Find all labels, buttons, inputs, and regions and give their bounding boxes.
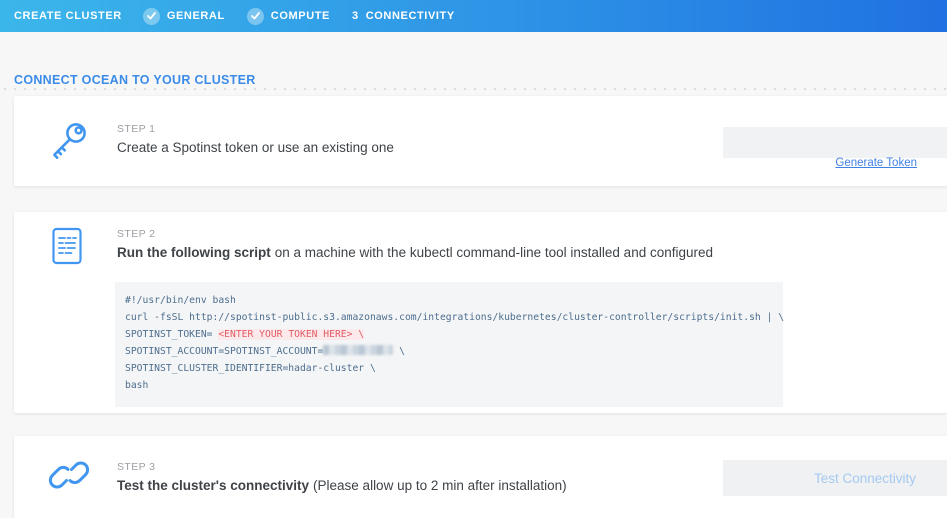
redacted-account-blur: [323, 345, 393, 355]
wizard-title: CREATE CLUSTER: [14, 10, 122, 22]
step3-title-bold: Test the cluster's connectivity: [117, 478, 309, 493]
step3-title-rest: (Please allow up to 2 min after installa…: [313, 478, 567, 493]
step3-label: STEP 3: [117, 461, 155, 473]
step2-title-rest: on a machine with the kubectl command-li…: [275, 245, 713, 260]
step2-label: STEP 2: [117, 228, 155, 240]
wizard-step-compute[interactable]: COMPUTE: [247, 8, 330, 25]
generate-token-link[interactable]: Generate Token: [835, 157, 917, 169]
code-line: #!/usr/bin/env bash: [125, 292, 775, 309]
install-script-code-block: #!/usr/bin/env bash curl -fsSL http://sp…: [115, 282, 783, 407]
code-line: bash: [125, 377, 775, 394]
dotted-separator: [0, 88, 947, 90]
wizard-topbar: CREATE CLUSTER GENERAL COMPUTE 3 CONNECT…: [0, 0, 947, 32]
code-line: SPOTINST_ACCOUNT=SPOTINST_ACCOUNT= \: [125, 343, 775, 360]
step2-title: Run the following script on a machine wit…: [117, 245, 713, 260]
step1-card: STEP 1 Create a Spotinst token or use an…: [14, 96, 947, 186]
step1-label: STEP 1: [117, 123, 155, 135]
wizard-step-number: 3: [352, 10, 359, 22]
wizard-step-general[interactable]: GENERAL: [143, 8, 225, 25]
token-input[interactable]: [723, 127, 947, 158]
step3-card: STEP 3 Test the cluster's connectivity (P…: [14, 436, 947, 518]
wizard-steps: GENERAL COMPUTE 3 CONNECTIVITY: [143, 8, 455, 25]
step3-title: Test the cluster's connectivity (Please a…: [117, 478, 567, 493]
token-placeholder-highlight: <ENTER YOUR TOKEN HERE> \: [218, 329, 364, 340]
page-title: CONNECT OCEAN TO YOUR CLUSTER: [14, 73, 256, 87]
chain-link-icon: [47, 453, 91, 502]
step2-card: STEP 2 Run the following script on a mach…: [14, 212, 947, 413]
code-account-suffix: \: [393, 346, 405, 357]
code-line: curl -fsSL http://spotinst-public.s3.ama…: [125, 309, 775, 326]
checkmark-icon: [143, 8, 160, 25]
wizard-step-label: GENERAL: [167, 10, 225, 22]
step2-title-bold: Run the following script: [117, 245, 271, 260]
code-line: SPOTINST_TOKEN= <ENTER YOUR TOKEN HERE> …: [125, 326, 775, 343]
step1-title: Create a Spotinst token or use an existi…: [117, 140, 394, 155]
checkmark-icon: [247, 8, 264, 25]
wizard-step-connectivity[interactable]: 3 CONNECTIVITY: [352, 10, 455, 22]
key-icon: [46, 118, 92, 169]
code-token-prefix: SPOTINST_TOKEN=: [125, 329, 218, 340]
test-connectivity-button[interactable]: Test Connectivity: [723, 460, 947, 496]
wizard-step-label: COMPUTE: [271, 10, 330, 22]
code-line: SPOTINST_CLUSTER_IDENTIFIER=hadar-cluste…: [125, 360, 775, 377]
wizard-step-label: CONNECTIVITY: [366, 10, 455, 22]
code-account-prefix: SPOTINST_ACCOUNT=SPOTINST_ACCOUNT=: [125, 346, 323, 357]
script-document-icon: [51, 227, 83, 270]
